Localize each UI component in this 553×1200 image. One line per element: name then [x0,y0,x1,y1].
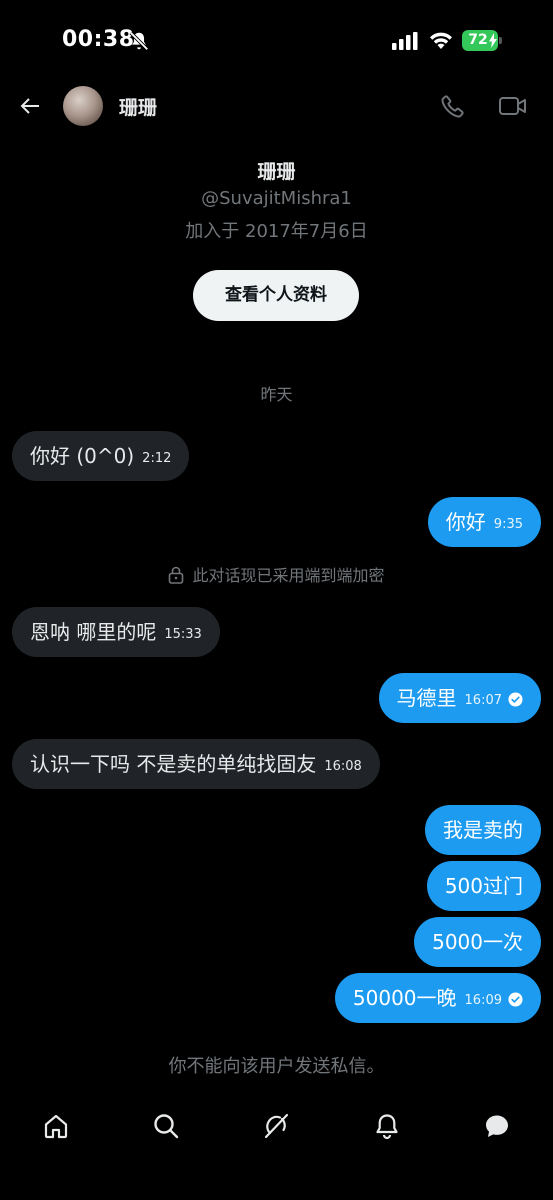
bottom-nav [0,1100,553,1152]
lock-icon [169,566,184,584]
messages-icon[interactable] [483,1112,511,1140]
back-arrow-icon[interactable] [18,94,42,118]
message-text: 5000一次 [432,930,523,954]
cellular-signal-icon [392,32,418,50]
message-time: 2:12 [142,451,172,466]
profile-name: 珊珊 [257,161,296,183]
message-time: 15:33 [164,627,202,642]
message-time: 16:07 [464,693,502,708]
message-time: 9:35 [493,517,523,532]
date-divider: 昨天 [260,385,293,404]
encryption-notice: 此对话现已采用端到端加密 [0,562,553,586]
message-text: 认识一下吗 不是卖的单纯找固友 [30,752,317,776]
encryption-notice-text: 此对话现已采用端到端加密 [192,566,385,585]
home-icon[interactable] [42,1112,70,1140]
message-text: 500过门 [444,874,523,898]
message-bubble-incoming[interactable]: 认识一下吗 不是卖的单纯找固友 16:08 [12,739,380,789]
status-time: 00:38 [62,27,135,52]
read-receipt-icon [508,992,523,1007]
message-text: 你好 (0^0) [30,444,135,468]
header-name[interactable]: 珊珊 [119,93,157,120]
video-camera-icon[interactable] [498,94,528,118]
message-bubble-outgoing[interactable]: 我是卖的 [425,805,541,855]
avatar[interactable] [63,86,103,126]
message-text: 我是卖的 [443,818,523,842]
notifications-icon[interactable] [373,1112,401,1140]
view-profile-button[interactable]: 查看个人资料 [193,270,359,321]
profile-handle: @SuvajitMishra1 [201,188,352,209]
battery-indicator: 72 [462,30,502,51]
read-receipt-icon [508,692,523,707]
search-icon[interactable] [152,1112,180,1140]
bell-muted-icon [129,31,149,51]
message-bubble-outgoing[interactable]: 500过门 [426,861,541,911]
battery-cap [499,37,502,44]
message-bubble-outgoing[interactable]: 你好 9:35 [427,497,541,547]
message-bubble-incoming[interactable]: 你好 (0^0) 2:12 [12,431,190,481]
message-time: 16:08 [324,759,362,774]
message-text: 恩呐 哪里的呢 [30,620,157,644]
grok-icon[interactable] [262,1112,290,1140]
profile-joined-date: 加入于 2017年7月6日 [185,221,368,242]
status-bar: 00:38 72 [0,0,553,80]
message-bubble-outgoing[interactable]: 马德里 16:07 [378,673,541,723]
message-bubble-outgoing[interactable]: 50000一晚 16:09 [334,973,541,1023]
conversation-header: 珊珊 [0,80,553,132]
message-bubble-incoming[interactable]: 恩呐 哪里的呢 15:33 [12,607,220,657]
dm-conversation-screen: 00:38 72 珊珊 珊珊 @SuvajitMishra1 加入于 2017年… [0,0,553,1200]
wifi-icon [430,32,452,49]
cannot-message-notice: 你不能向该用户发送私信。 [168,1056,385,1077]
message-time: 16:09 [464,993,502,1008]
charging-bolt-icon [489,33,497,48]
message-text: 马德里 [396,686,457,710]
message-bubble-outgoing[interactable]: 5000一次 [414,917,541,967]
phone-icon[interactable] [440,93,466,119]
message-text: 你好 [445,510,486,534]
message-text: 50000一晚 [352,986,457,1010]
